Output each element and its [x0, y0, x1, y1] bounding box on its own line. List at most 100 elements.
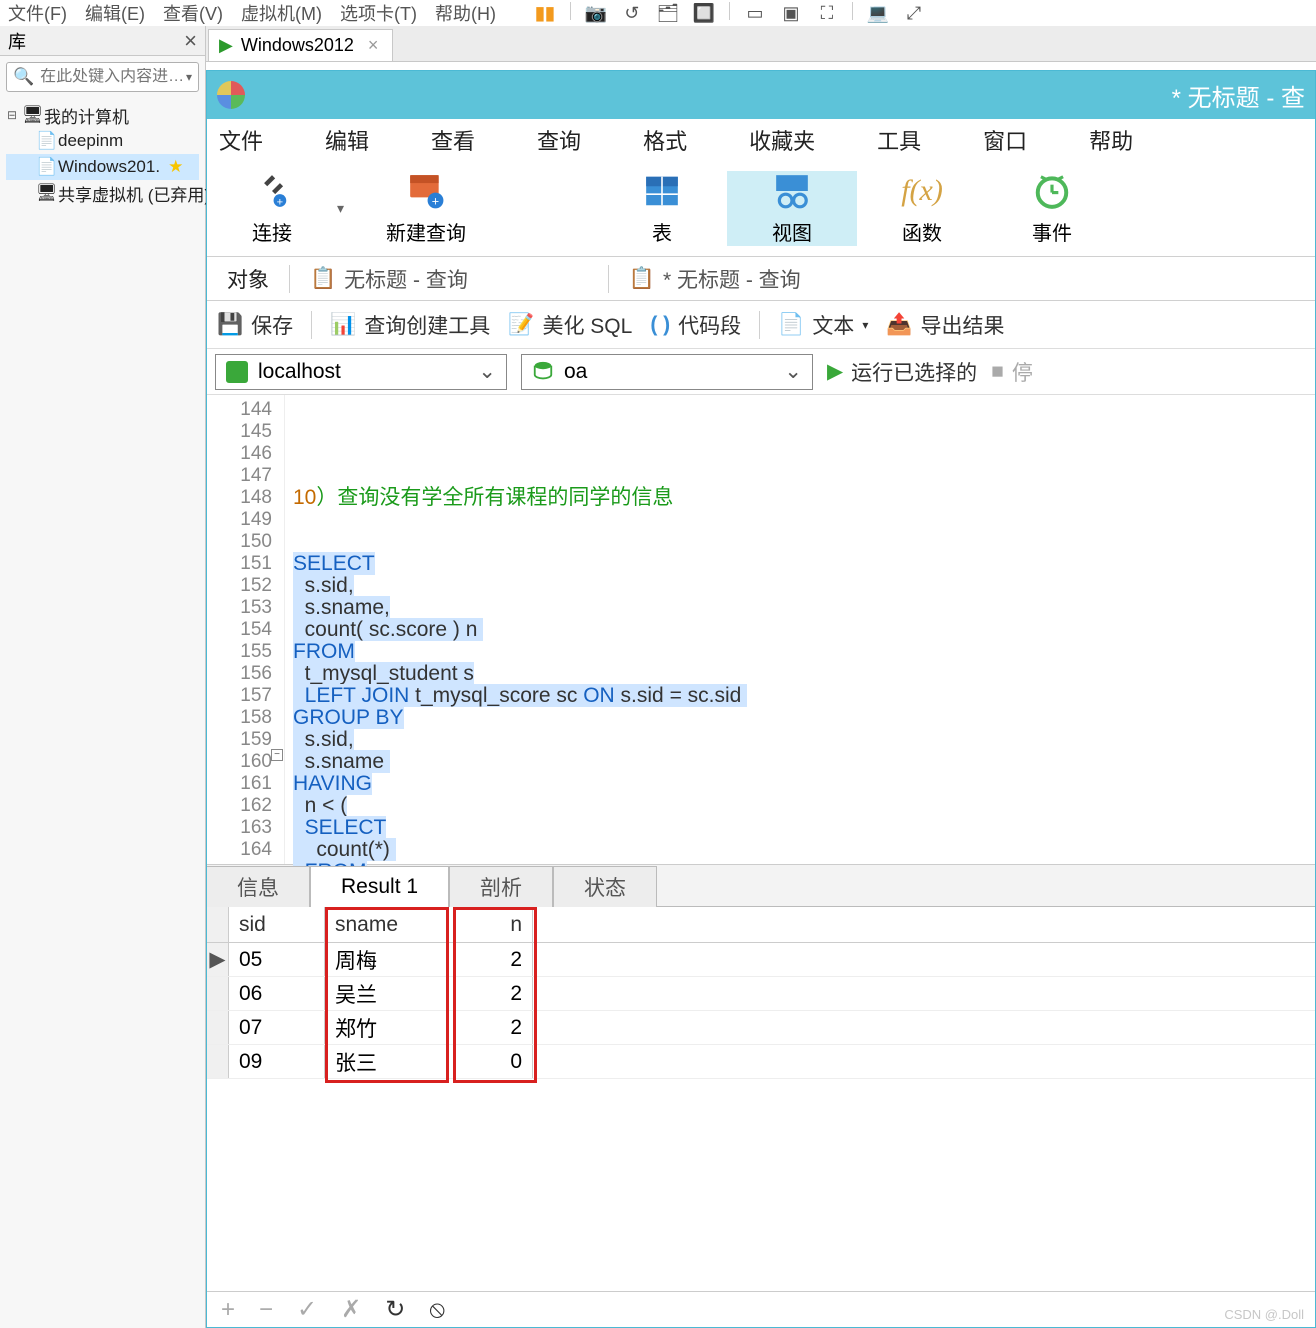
stop-button[interactable]: ■ 停	[991, 357, 1033, 387]
query-toolbar: 💾保存 📊查询创建工具 📝美化 SQL ( )代码段 📄文本▾ 📤导出结果	[207, 301, 1315, 349]
menu-tabs[interactable]: 选项卡(T)	[340, 0, 417, 26]
event-button[interactable]: 事件	[987, 171, 1117, 246]
menu-format[interactable]: 格式	[643, 124, 687, 156]
stop-icon: ■	[991, 360, 1004, 384]
col-n[interactable]: n	[449, 907, 533, 942]
tab-profile[interactable]: 剖析	[449, 866, 553, 907]
tab-query-1[interactable]: 📋 无标题 - 查询	[290, 257, 488, 300]
vm-tabstrip: ▶ Windows2012 ×	[206, 26, 1316, 62]
save-icon: 💾	[217, 313, 243, 337]
grid-footer: + − ✓ ✗ ↻ ⦸ CSDN @.Doll	[207, 1291, 1315, 1327]
table-button[interactable]: 表	[597, 171, 727, 246]
menu-view[interactable]: 查看(V)	[163, 0, 223, 26]
tree-label: 共享虚拟机 (已弃用)	[58, 181, 210, 206]
database-combo[interactable]: oa ⌄	[521, 354, 813, 390]
library-search[interactable]: 🔍 ▾	[6, 62, 199, 92]
refresh-icon[interactable]: ↻	[385, 1295, 405, 1324]
close-icon[interactable]: ×	[368, 35, 379, 56]
beautify-button[interactable]: 📝美化 SQL	[508, 310, 632, 340]
query-builder-button[interactable]: 📊查询创建工具	[330, 310, 490, 340]
new-query-button[interactable]: + 新建查询	[361, 171, 491, 246]
connect-button[interactable]: + 连接	[207, 171, 337, 246]
collapse-icon[interactable]: ⊟	[6, 108, 18, 122]
stop-icon[interactable]: ⦸	[429, 1296, 445, 1324]
code-area[interactable]: − 10）查询没有学全所有课程的同学的信息 SELECT s.sid, s.sn…	[285, 395, 1315, 864]
menu-query[interactable]: 查询	[537, 124, 581, 156]
view-button[interactable]: 视图	[727, 171, 857, 246]
navicat-logo-icon	[217, 81, 245, 109]
database-icon	[532, 361, 554, 383]
query-icon: 📋	[629, 267, 655, 291]
connection-combo[interactable]: localhost ⌄	[215, 354, 507, 390]
vm-tab-label: Windows2012	[241, 35, 354, 56]
remove-icon[interactable]: −	[259, 1296, 273, 1324]
menu-view[interactable]: 查看	[431, 124, 475, 156]
tree-item-deepinm[interactable]: 📄 deepinm	[6, 128, 199, 154]
menu-file[interactable]: 文件(F)	[8, 0, 67, 26]
star-icon: ★	[168, 157, 183, 177]
menu-help[interactable]: 帮助(H)	[435, 0, 496, 26]
tree-shared[interactable]: 🖥 共享虚拟机 (已弃用)	[6, 180, 199, 206]
vm-tab-active[interactable]: ▶ Windows2012 ×	[208, 29, 393, 61]
text-icon: 📄	[778, 313, 804, 337]
menu-tool[interactable]: 工具	[877, 124, 921, 156]
table-row[interactable]: ▶ 05 周梅 2	[207, 943, 1315, 977]
chevron-down-icon[interactable]: ▾	[186, 70, 192, 84]
chevron-down-icon[interactable]: ⌄	[478, 359, 496, 384]
menu-vm[interactable]: 虚拟机(M)	[241, 0, 322, 26]
save-button[interactable]: 💾保存	[217, 310, 293, 340]
menu-window[interactable]: 窗口	[983, 124, 1027, 156]
navicat-titlebar: * 无标题 - 查	[207, 71, 1315, 119]
tree-item-windows2012[interactable]: 📄 Windows201. ★	[6, 154, 199, 180]
vmware-toolbar: ▮▮ 📷 ↺ 🗂 🔲 ▭ ▣ ⛶ 💻 ⤢	[534, 2, 925, 24]
fullscreen-icon[interactable]: ▣	[780, 2, 802, 24]
add-icon[interactable]: +	[221, 1296, 235, 1324]
run-button[interactable]: ▶ 运行已选择的	[827, 357, 977, 387]
menu-file[interactable]: 文件	[219, 124, 263, 156]
cancel-icon[interactable]: ✗	[341, 1295, 361, 1324]
unity-icon[interactable]: 🔲	[693, 2, 715, 24]
tree-root[interactable]: ⊟ 🖥 我的计算机	[6, 102, 199, 128]
sql-editor[interactable]: 1441451461471481491501511521531541551561…	[207, 395, 1315, 865]
manage-icon[interactable]: 🗂	[657, 2, 679, 24]
chevron-down-icon[interactable]: ⌄	[784, 359, 802, 384]
chevron-down-icon[interactable]: ▾	[337, 200, 361, 217]
close-icon[interactable]: ×	[184, 28, 197, 54]
tab-query-2[interactable]: 📋 * 无标题 - 查询	[609, 257, 821, 300]
menu-edit[interactable]: 编辑(E)	[85, 0, 145, 26]
vm-icon: 📄	[36, 157, 54, 177]
view-icon[interactable]: ▭	[744, 2, 766, 24]
col-sid[interactable]: sid	[229, 907, 325, 942]
console-icon[interactable]: 💻	[867, 2, 889, 24]
pause-icon[interactable]: ▮▮	[534, 2, 556, 24]
expand-icon[interactable]: ⤢	[903, 2, 925, 24]
navicat-menu: 文件 编辑 查看 查询 格式 收藏夹 工具 窗口 帮助	[207, 119, 1315, 161]
search-input[interactable]	[40, 68, 186, 86]
revert-icon[interactable]: ↺	[621, 2, 643, 24]
menu-help[interactable]: 帮助	[1089, 124, 1133, 156]
query-tabs: 对象 📋 无标题 - 查询 📋 * 无标题 - 查询	[207, 257, 1315, 301]
tab-objects[interactable]: 对象	[207, 257, 289, 300]
snippet-button[interactable]: ( )代码段	[650, 310, 741, 340]
fold-icon[interactable]: −	[271, 749, 283, 761]
tab-result1[interactable]: Result 1	[310, 866, 449, 907]
menu-edit[interactable]: 编辑	[325, 124, 369, 156]
tab-info[interactable]: 信息	[207, 866, 310, 907]
clock-icon	[1032, 171, 1072, 211]
snapshot-icon[interactable]: 📷	[585, 2, 607, 24]
table-row[interactable]: 07 郑竹 2	[207, 1011, 1315, 1045]
table-icon	[642, 171, 682, 211]
grid-header: sid sname n	[207, 907, 1315, 943]
result-grid[interactable]: sid sname n ▶ 05 周梅 2 06 吴兰 2 07 郑竹 2 09…	[207, 907, 1315, 1291]
library-title: 库	[8, 28, 26, 54]
check-icon[interactable]: ✓	[297, 1295, 317, 1324]
menu-fav[interactable]: 收藏夹	[749, 124, 815, 156]
col-sname[interactable]: sname	[325, 907, 449, 942]
table-row[interactable]: 06 吴兰 2	[207, 977, 1315, 1011]
text-button[interactable]: 📄文本▾	[778, 310, 868, 340]
export-button[interactable]: 📤导出结果	[886, 310, 1004, 340]
fit-icon[interactable]: ⛶	[816, 2, 838, 24]
function-button[interactable]: f(x) 函数	[857, 171, 987, 246]
table-row[interactable]: 09 张三 0	[207, 1045, 1315, 1079]
tab-status[interactable]: 状态	[553, 866, 657, 907]
